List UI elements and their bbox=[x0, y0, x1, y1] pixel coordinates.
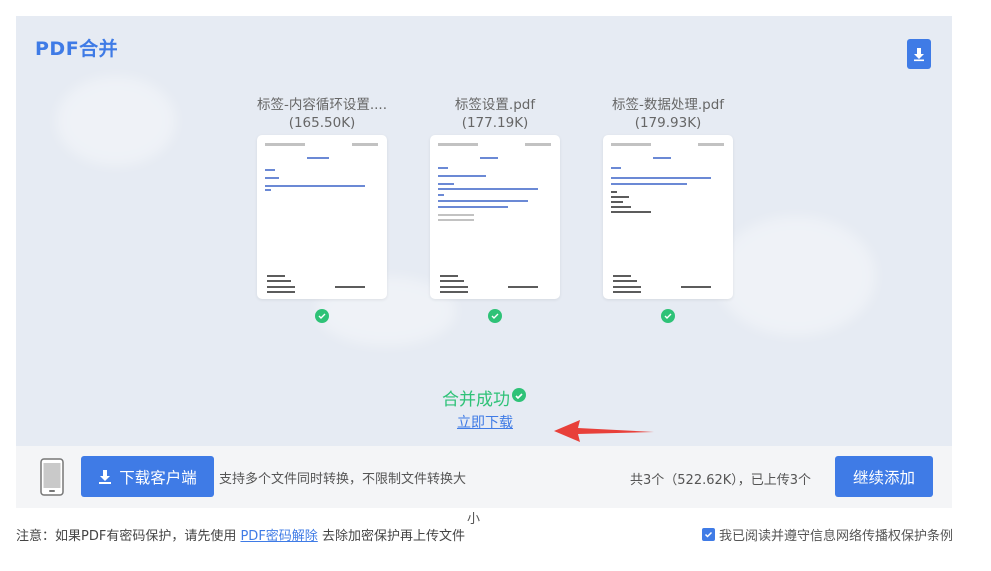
download-now-link[interactable]: 立即下载 bbox=[457, 412, 513, 432]
agreement-label: 我已阅读并遵守信息网络传播权保护条例 bbox=[719, 529, 954, 544]
file-name: 标签-数据处理.pdf bbox=[611, 97, 725, 113]
download-client-button[interactable]: 下载客户端 bbox=[81, 456, 214, 497]
success-text: 合并成功 bbox=[442, 390, 510, 410]
notice-suffix: 去除加密保护再上传文件 bbox=[321, 529, 465, 544]
pdf-password-remove-link[interactable]: PDF密码解除 bbox=[240, 529, 317, 544]
file-card[interactable]: 标签-内容循环设置.... (165.50K) bbox=[242, 96, 402, 323]
support-text-tail: 小 bbox=[467, 512, 481, 527]
merge-success-message: 合并成功 bbox=[16, 385, 952, 410]
file-name: 标签设置.pdf bbox=[454, 97, 536, 113]
continue-add-button[interactable]: 继续添加 bbox=[835, 456, 933, 497]
file-size: (177.19K) bbox=[461, 115, 529, 131]
notice-prefix: 注意：如果PDF有密码保护，请先使用 bbox=[16, 529, 237, 544]
download-icon bbox=[99, 469, 112, 484]
support-text: 支持多个文件同时转换，不限制文件转换大 bbox=[219, 472, 467, 487]
download-icon bbox=[914, 48, 924, 62]
check-circle-icon bbox=[661, 309, 675, 323]
checkmark-icon bbox=[704, 531, 713, 538]
file-size: (179.93K) bbox=[634, 115, 702, 131]
success-check-icon bbox=[512, 388, 526, 402]
file-size: (165.50K) bbox=[288, 115, 356, 131]
file-thumbnail bbox=[430, 135, 560, 299]
file-thumbnail bbox=[257, 135, 387, 299]
background-texture bbox=[56, 76, 176, 166]
check-circle-icon bbox=[488, 309, 502, 323]
agreement[interactable]: 我已阅读并遵守信息网络传播权保护条例 bbox=[702, 525, 953, 544]
download-client-label: 下载客户端 bbox=[119, 468, 197, 487]
upload-summary: 共3个（522.62K），已上传3个 bbox=[630, 473, 812, 488]
red-arrow-annotation bbox=[554, 420, 654, 442]
file-thumbnail bbox=[603, 135, 733, 299]
page-title: PDF合并 bbox=[35, 38, 119, 60]
password-notice: 注意：如果PDF有密码保护，请先使用 PDF密码解除 去除加密保护再上传文件 bbox=[16, 525, 465, 544]
mobile-phone-icon bbox=[40, 458, 64, 496]
download-corner-button[interactable] bbox=[907, 39, 931, 69]
check-circle-icon bbox=[315, 309, 329, 323]
action-bar: 下载客户端 支持多个文件同时转换，不限制文件转换大 小 共3个（522.62K）… bbox=[16, 446, 952, 527]
agreement-checkbox[interactable] bbox=[702, 528, 715, 541]
merge-panel: PDF合并 标签-内容循环设置.... (165.50K) 标签设置.pdf (… bbox=[16, 16, 952, 446]
file-card[interactable]: 标签-数据处理.pdf (179.93K) bbox=[588, 96, 748, 323]
file-card[interactable]: 标签设置.pdf (177.19K) bbox=[415, 96, 575, 323]
file-name: 标签-内容循环设置.... bbox=[256, 97, 388, 113]
